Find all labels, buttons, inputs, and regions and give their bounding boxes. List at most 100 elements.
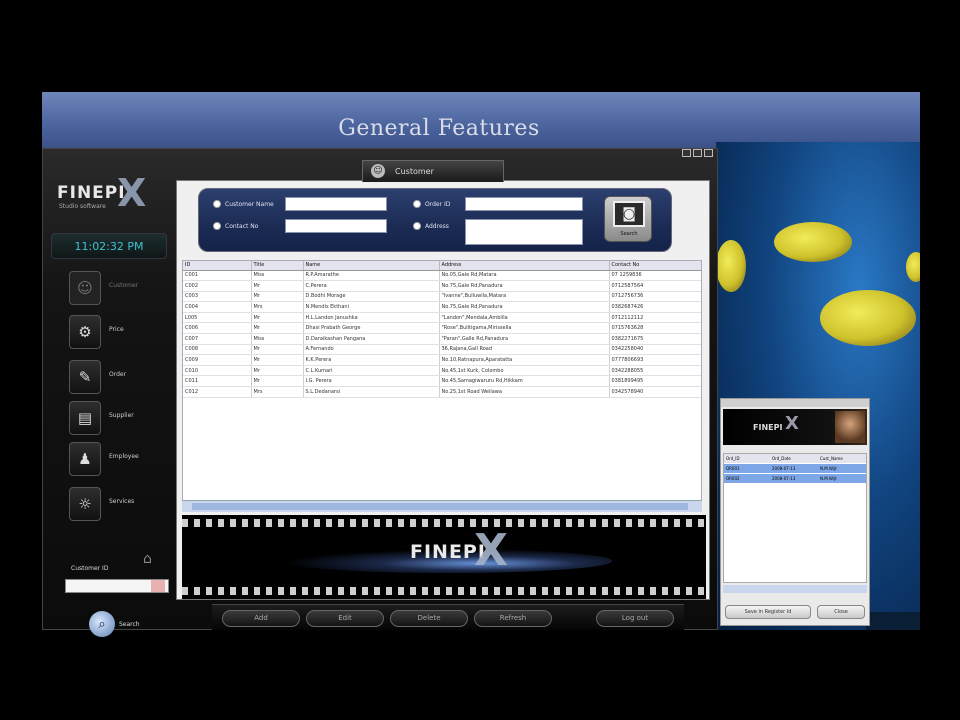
column-header[interactable]: Ord_ID: [724, 454, 772, 463]
table-cell: 0715763628: [609, 322, 701, 335]
contact-no-field[interactable]: [285, 219, 387, 233]
table-cell: A.Fernando: [303, 344, 440, 356]
column-header[interactable]: Ord_Date: [772, 454, 820, 463]
contact-no-radio[interactable]: [213, 222, 221, 230]
column-header[interactable]: ID: [183, 261, 252, 271]
table-cell: No.75,Gale Rd,Panadura: [439, 301, 610, 313]
reef-decoration: [866, 612, 920, 630]
order-table-scrollbar[interactable]: [723, 585, 867, 593]
table-cell: Mr: [251, 375, 304, 388]
fish-decoration: [716, 240, 746, 292]
contact-no-label: Contact No: [225, 223, 259, 230]
search-icon: ⌕: [89, 611, 115, 637]
customer-id-label: Customer ID: [71, 565, 109, 572]
app-logo: FINEPI: [57, 183, 126, 203]
customer-name-radio[interactable]: [213, 200, 221, 208]
table-cell: C.Perera: [303, 280, 440, 292]
order-id-field[interactable]: [465, 197, 583, 211]
customer-grid: ID Title Name Address Contact No C001 Mis…: [183, 261, 701, 398]
presentation-stage: General Features FINEPI X Studio softwar…: [0, 0, 960, 720]
table-cell: Miss: [251, 270, 304, 282]
table-cell: C003: [183, 291, 252, 303]
table-row[interactable]: C003 Mr D.Bodhi Morage "Ivanne",Bulluwila,M…: [183, 291, 701, 303]
table-row[interactable]: C012 Mrs S.L.Dedanarsi No.25,1st Road Wella…: [183, 386, 701, 398]
table-cell: C008: [183, 344, 252, 356]
app-logo-subtitle: Studio software: [59, 203, 106, 210]
table-cell: OR001: [726, 466, 740, 471]
add-button[interactable]: Add: [222, 610, 300, 627]
table-cell: Mr: [251, 280, 304, 292]
table-row[interactable]: C008 Mr A.Fernando 36,Rajana,Gall Road 03422…: [183, 344, 701, 356]
sidebar-item-supplier[interactable]: ▤ Supplier: [69, 401, 169, 435]
customer-photo: [835, 411, 865, 443]
table-cell: D.Bodhi Morage: [303, 291, 440, 303]
camera-search-button[interactable]: ◙ Search: [604, 196, 652, 242]
search-button[interactable]: ⌕ Search: [89, 611, 159, 637]
table-row[interactable]: L005 Mr H.L.Landon Janushka "Landon",Mendal…: [183, 312, 701, 324]
table-cell: R.P.Amarathe: [303, 270, 440, 282]
table-cell: Mr: [251, 291, 304, 303]
table-cell: No.25,1st Road Wellawa: [439, 386, 610, 398]
customer-icon: ☺: [69, 271, 101, 305]
sidebar-item-employee[interactable]: ♟ Employee: [69, 442, 169, 476]
table-row[interactable]: C006 Mr Dhasi Prabath George "Rose",Bulitig…: [183, 322, 701, 335]
table-cell: Mr: [251, 365, 304, 377]
table-horizontal-scrollbar[interactable]: [182, 500, 702, 512]
customer-name-field[interactable]: [285, 197, 387, 211]
window-controls: [682, 149, 713, 157]
left-sidebar: FINEPI X Studio software 11:02:32 PM ☺ C…: [43, 159, 175, 637]
table-cell: 0342578940: [609, 386, 701, 398]
table-cell: 0342258040: [609, 344, 701, 356]
order-id-label: Order ID: [425, 201, 451, 208]
sidebar-item-services[interactable]: ☼ Services: [69, 487, 169, 521]
camera-search-label: Search: [620, 231, 638, 237]
table-row[interactable]: C011 Mr I.G. Perera No.45,Samagiwaruru Rd,H…: [183, 375, 701, 388]
table-cell: S.L.Dedanarsi: [303, 386, 440, 398]
table-cell: N.Mendis Ekthani: [303, 301, 440, 313]
table-row[interactable]: C002 Mr C.Perera No.75,Gale Rd,Panadura 0712…: [183, 280, 701, 292]
column-header[interactable]: Address: [439, 261, 610, 271]
column-header[interactable]: Title: [251, 261, 304, 271]
sidebar-item-label: Employee: [109, 453, 139, 460]
close-button[interactable]: [704, 149, 713, 157]
table-row[interactable]: C007 Miss D.Daraikashan Pangana "Paran",Gal…: [183, 333, 701, 345]
maximize-button[interactable]: [693, 149, 702, 157]
customer-table: ID Title Name Address Contact No C001 Mis…: [182, 260, 702, 512]
table-row[interactable]: C009 Mr K.K.Perera No.10,Ratnapura,Aparatat…: [183, 354, 701, 366]
save-in-register-button[interactable]: Save in Register Id: [725, 605, 811, 619]
address-field[interactable]: [465, 219, 583, 245]
table-cell: C.L.Kumari: [303, 365, 440, 377]
table-cell: 2008-07-13: [772, 476, 796, 481]
table-cell: 0712587564: [609, 280, 701, 292]
table-row[interactable]: C010 Mr C.L.Kumari No.45,1st Kurk, Colombo 0…: [183, 365, 701, 377]
clear-customer-id-button[interactable]: [151, 580, 165, 592]
table-row[interactable]: C001 Miss R.P.Amarathe No.05,Gale Rd,Matara…: [183, 270, 701, 282]
refresh-button[interactable]: Refresh: [474, 610, 552, 627]
sidebar-item-order[interactable]: ✎ Order: [69, 360, 169, 394]
address-radio[interactable]: [413, 222, 421, 230]
minimize-button[interactable]: [682, 149, 691, 157]
column-header[interactable]: Contact No: [609, 261, 701, 271]
sidebar-item-price[interactable]: ⚙ Price: [69, 315, 169, 349]
table-cell: C004: [183, 301, 252, 313]
column-header[interactable]: Name: [303, 261, 440, 271]
delete-button[interactable]: Delete: [390, 610, 468, 627]
edit-button[interactable]: Edit: [306, 610, 384, 627]
table-cell: C007: [183, 333, 252, 345]
sidebar-item-customer[interactable]: ☺ Customer: [69, 271, 169, 305]
order-id-radio[interactable]: [413, 200, 421, 208]
table-row[interactable]: OR002 2008-07-13 N.M.Wijt: [724, 474, 866, 483]
table-cell: Mr: [251, 312, 304, 324]
mini-logo: FINEPI: [753, 423, 783, 432]
tab-customer[interactable]: ☺ Customer: [362, 160, 504, 182]
table-row[interactable]: OR001 2008-07-13 N.M.Wijt: [724, 464, 866, 473]
mini-banner: FINEPI X: [723, 409, 867, 445]
table-row[interactable]: C004 Mrs N.Mendis Ekthani No.75,Gale Rd,Pan…: [183, 301, 701, 313]
scrollbar-thumb[interactable]: [192, 503, 688, 510]
mini-close-button[interactable]: Close: [817, 605, 865, 619]
table-cell: N.M.Wijt: [820, 466, 837, 471]
column-header[interactable]: Cust_Name: [820, 454, 866, 463]
mini-window-titlebar[interactable]: [721, 399, 869, 407]
customer-name-label: Customer Name: [225, 201, 274, 208]
logout-button[interactable]: Log out: [596, 610, 674, 627]
